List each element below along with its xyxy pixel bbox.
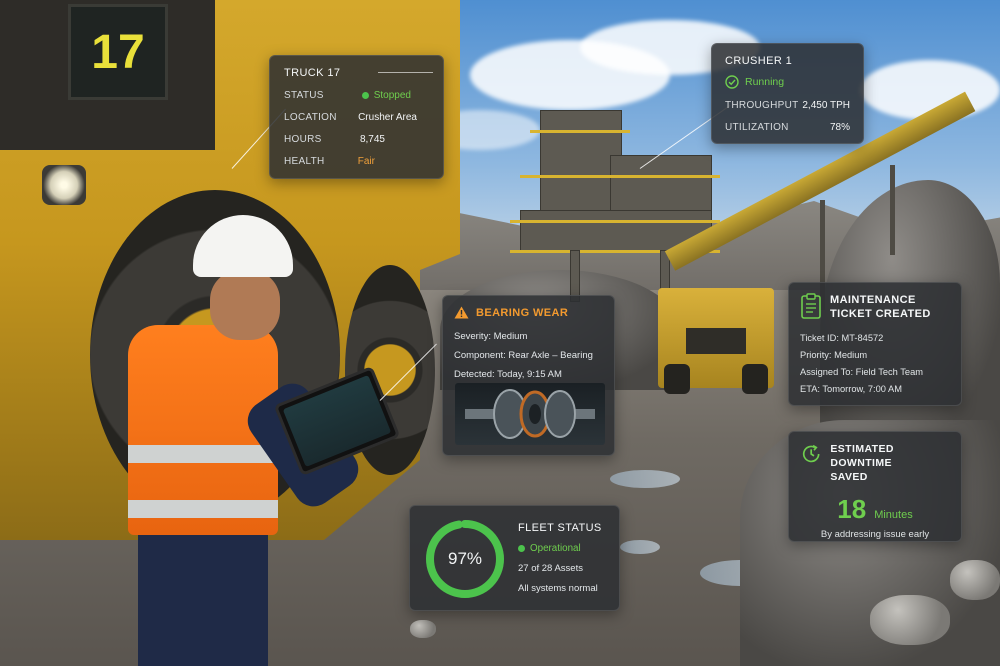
bearing-component: Component: Rear Axle – Bearing <box>454 350 593 361</box>
downtime-value: 18 Minutes <box>800 494 950 525</box>
fleet-status: Operational <box>518 543 602 554</box>
title-underline <box>378 72 433 73</box>
truck-hours-value: 8,745 <box>359 134 385 145</box>
puddle <box>620 540 660 554</box>
ticket-priority: Priority: Medium <box>800 350 868 360</box>
truck-health-row: HEALTH Fair <box>284 156 429 167</box>
truck-location-row: LOCATION Crusher Area <box>284 112 429 123</box>
downtime-title: ESTIMATED DOWNTIME SAVED <box>830 442 950 484</box>
rock <box>950 560 1000 600</box>
maintenance-title-line1: MAINTENANCE <box>830 294 916 306</box>
downtime-title-line2: SAVED <box>830 471 868 483</box>
ticket-id: Ticket ID: MT-84572 <box>800 333 884 343</box>
bearing-3d-diagram <box>455 383 605 445</box>
rock <box>870 595 950 645</box>
dot-icon <box>518 545 525 552</box>
clock-arrow-icon <box>802 444 820 463</box>
throughput-label: THROUGHPUT <box>725 100 799 111</box>
truck-headlight <box>42 165 86 205</box>
conveyor-support <box>890 165 895 255</box>
rock <box>410 620 436 638</box>
maintenance-title: MAINTENANCE TICKET CREATED <box>830 293 931 321</box>
bearing-severity: Severity: Medium <box>454 331 528 342</box>
truck-location-label: LOCATION <box>284 112 337 123</box>
truck-location-value: Crusher Area <box>358 112 417 123</box>
bearing-wear-panel[interactable]: BEARING WEAR Severity: Medium Component:… <box>442 295 615 456</box>
maintenance-ticket-panel[interactable]: MAINTENANCE TICKET CREATED Ticket ID: MT… <box>788 282 962 406</box>
truck-panel-title: TRUCK 17 <box>284 67 341 79</box>
truck-status-row: STATUS Stopped <box>284 90 429 101</box>
bearing-title-text: BEARING WEAR <box>476 306 569 319</box>
bearing-assembly-icon <box>465 389 595 439</box>
truck-health-value: Fair <box>357 156 375 167</box>
crusher-utilization-row: UTILIZATION 78% <box>725 122 850 133</box>
utilization-value: 78% <box>829 122 850 133</box>
utilization-label: UTILIZATION <box>725 122 789 133</box>
truck-health-label: HEALTH <box>284 156 325 167</box>
crusher-throughput-row: THROUGHPUT 2,450 TPH <box>725 100 850 111</box>
fleet-status-text: Operational <box>530 543 581 554</box>
crusher-status-text: Running <box>745 76 785 88</box>
bearing-panel-title: BEARING WEAR <box>454 306 603 319</box>
truck-17-panel[interactable]: TRUCK 17 STATUS Stopped LOCATION Crusher… <box>269 55 444 179</box>
clipboard-icon <box>801 293 821 319</box>
crusher-1-panel[interactable]: CRUSHER 1 Running THROUGHPUT 2,450 TPH U… <box>711 43 864 144</box>
downtime-saved-panel[interactable]: ESTIMATED DOWNTIME SAVED 18 Minutes By ad… <box>788 431 962 542</box>
bearing-detected: Detected: Today, 9:15 AM <box>454 369 562 380</box>
puddle <box>610 470 680 488</box>
downtime-title-line1: ESTIMATED DOWNTIME <box>830 443 894 469</box>
check-circle-icon <box>725 75 739 89</box>
fleet-info: FLEET STATUS Operational 27 of 28 Assets… <box>518 522 602 594</box>
truck-hours-label: HOURS <box>284 134 322 145</box>
downtime-number: 18 <box>837 494 867 524</box>
fleet-assets: 27 of 28 Assets <box>518 563 583 574</box>
downtime-note: By addressing issue early <box>820 529 930 540</box>
truck-status-value: Stopped <box>361 90 411 101</box>
downtime-header: ESTIMATED DOWNTIME SAVED <box>800 442 950 484</box>
maintenance-title-line2: TICKET CREATED <box>830 308 931 320</box>
hard-hat <box>193 215 293 277</box>
truck-number-plate: 17 <box>68 4 168 100</box>
throughput-value: 2,450 TPH <box>802 100 850 111</box>
ticket-assignee: Assigned To: Field Tech Team <box>800 367 923 377</box>
maintenance-header: MAINTENANCE TICKET CREATED <box>800 293 950 321</box>
fleet-status-panel[interactable]: 97% FLEET STATUS Operational 27 of 28 As… <box>409 505 620 611</box>
fleet-percent: 97% <box>447 549 483 568</box>
dot-icon <box>361 92 369 99</box>
fleet-title: FLEET STATUS <box>518 522 602 534</box>
haul-truck-background <box>658 288 774 394</box>
truck-hours-row: HOURS 8,745 <box>284 134 429 145</box>
warning-triangle-icon <box>454 306 469 319</box>
downtime-unit: Minutes <box>874 509 913 521</box>
crusher-panel-title: CRUSHER 1 <box>725 55 793 67</box>
fleet-note: All systems normal <box>518 583 598 594</box>
truck-status-label: STATUS <box>284 90 324 101</box>
ticket-eta: ETA: Tomorrow, 7:00 AM <box>800 384 902 394</box>
crusher-status: Running <box>725 75 850 89</box>
truck-status-text: Stopped <box>373 90 411 101</box>
